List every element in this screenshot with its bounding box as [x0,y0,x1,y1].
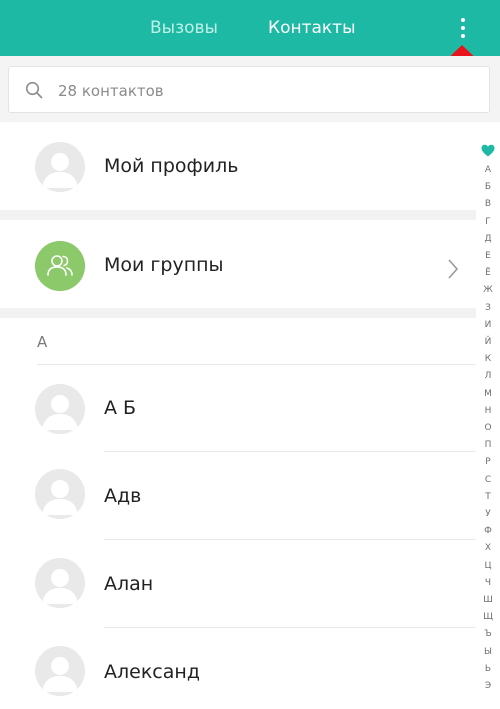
groups-avatar [35,241,85,291]
heart-icon[interactable] [481,144,495,158]
index-letter[interactable]: М [476,386,500,403]
index-letter[interactable]: Х [476,540,500,557]
section-divider [0,210,476,220]
contact-row[interactable]: Александ [0,628,476,709]
tab-calls[interactable]: Вызовы [150,0,218,56]
index-letter[interactable]: Б [476,179,500,196]
tab-contacts[interactable]: Контакты [268,0,356,56]
index-letter[interactable]: Г [476,214,500,231]
index-letter[interactable]: З [476,300,500,317]
contact-name: А Б [104,397,137,419]
search-box[interactable] [8,66,490,114]
people-icon [35,241,85,291]
index-letter[interactable]: У [476,506,500,523]
person-placeholder-icon [35,646,85,696]
avatar [35,469,85,519]
index-letter[interactable]: Ц [476,558,500,575]
index-letter[interactable]: Ш [476,592,500,609]
more-vertical-icon-dot [461,34,465,38]
contact-row[interactable]: Алан [0,540,476,627]
more-options-button[interactable] [450,12,476,44]
index-letter[interactable]: Ф [476,523,500,540]
chevron-right-icon [448,259,459,279]
contact-name: Адв [104,485,142,507]
more-vertical-icon-dot [461,26,465,30]
index-letter[interactable]: Ж [476,282,500,299]
index-letter[interactable]: Ч [476,575,500,592]
contact-name: Александ [104,661,200,683]
section-header-letter: А [37,333,48,351]
index-letter[interactable]: Ь [476,661,500,678]
contact-row[interactable]: А Б [0,365,476,451]
more-vertical-icon [461,18,465,22]
my-profile-row[interactable]: Мой профиль [0,122,476,210]
index-letter[interactable]: Р [476,454,500,471]
index-letter[interactable]: Й [476,334,500,351]
person-placeholder-icon [35,384,85,434]
avatar [35,142,85,192]
index-letter[interactable]: А [476,162,500,179]
search-input[interactable] [56,67,460,114]
person-placeholder-icon [35,142,85,192]
avatar [35,558,85,608]
index-letter[interactable]: Ы [476,644,500,661]
index-letter[interactable]: П [476,437,500,454]
index-letter[interactable]: О [476,420,500,437]
my-groups-row[interactable]: Мои группы [0,220,476,308]
section-divider [0,308,476,318]
avatar [35,384,85,434]
alphabet-index[interactable]: АБВГДЕЁЖЗИЙКЛМНОПРСТУФХЦЧШЩЪЫЬЭ [476,140,500,709]
index-letter[interactable]: С [476,472,500,489]
my-groups-label: Мои группы [104,254,224,276]
search-icon [25,81,43,99]
avatar [35,646,85,696]
index-letter[interactable]: К [476,351,500,368]
top-bar: Вызовы Контакты [0,0,500,56]
index-letter[interactable]: В [476,196,500,213]
contact-name: Алан [104,573,154,595]
index-letter[interactable]: Н [476,403,500,420]
person-placeholder-icon [35,469,85,519]
index-letter[interactable]: И [476,317,500,334]
index-letter[interactable]: Д [476,231,500,248]
my-profile-label: Мой профиль [104,155,239,177]
index-letter[interactable]: Ъ [476,626,500,643]
index-letter[interactable]: Е [476,248,500,265]
person-placeholder-icon [35,558,85,608]
index-letter[interactable]: Т [476,489,500,506]
index-letter[interactable]: Ё [476,265,500,282]
index-letter[interactable]: Э [476,678,500,695]
contact-row[interactable]: Адв [0,452,476,539]
index-letter[interactable]: Л [476,368,500,385]
index-letter[interactable]: Щ [476,609,500,626]
